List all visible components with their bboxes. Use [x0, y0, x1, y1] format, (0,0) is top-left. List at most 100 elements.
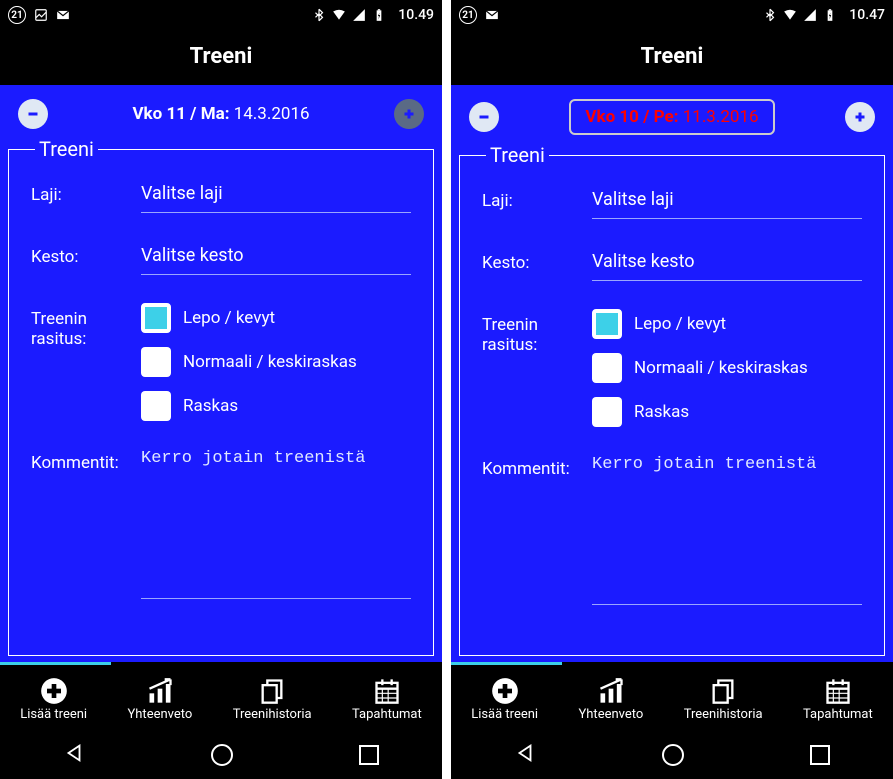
tab-label: Yhteenveto	[127, 707, 192, 722]
tab-label: Lisää treeni	[20, 707, 87, 722]
kommentit-label: Kommentit:	[31, 449, 141, 599]
status-clock: 10.47	[849, 7, 885, 23]
rasitus-lepo-label: Lepo / kevyt	[634, 314, 726, 334]
rasitus-label: Treenin rasitus:	[482, 309, 592, 355]
plus-circle-icon	[491, 677, 519, 705]
tab-yhteenveto[interactable]: Yhteenveto	[578, 677, 643, 722]
wifi-icon	[332, 8, 346, 22]
android-nav-bar	[451, 731, 893, 779]
bluetooth-icon	[312, 8, 326, 22]
next-day-button[interactable]	[394, 99, 424, 129]
rasitus-option-raskas[interactable]: Raskas	[592, 397, 862, 427]
bluetooth-icon	[763, 8, 777, 22]
notification-count-icon: 21	[8, 6, 26, 24]
date-prefix: Vko 10 / Pe:	[585, 107, 678, 127]
date-nav: Vko 11 / Ma: 14.3.2016	[0, 85, 442, 137]
kesto-select[interactable]: Valitse kesto	[141, 241, 411, 275]
tab-treenihistoria[interactable]: Treenihistoria	[233, 677, 312, 722]
tab-label: Yhteenveto	[578, 707, 643, 722]
kesto-select[interactable]: Valitse kesto	[592, 247, 862, 281]
treeni-fieldset: Treeni Laji: Valitse laji Kesto: Valitse…	[8, 137, 434, 656]
checkbox-checked-icon	[592, 309, 622, 339]
status-bar: 21 10.49	[0, 0, 442, 30]
phone-left: 21 10.49 Treeni Vko 11 / Ma: 14.3.20	[0, 0, 442, 779]
status-clock: 10.49	[398, 7, 434, 23]
tab-tapahtumat[interactable]: Tapahtumat	[803, 677, 873, 722]
date-display[interactable]: Vko 11 / Ma: 14.3.2016	[132, 104, 309, 124]
plus-circle-icon	[40, 677, 68, 705]
rasitus-option-lepo[interactable]: Lepo / kevyt	[141, 303, 411, 333]
signal-icon	[803, 8, 817, 22]
tab-bar: Lisää treeni Yhteenveto Treenihistoria T…	[0, 665, 442, 731]
notification-count-icon: 21	[459, 6, 477, 24]
tab-label: Tapahtumat	[352, 707, 422, 722]
tab-bar: Lisää treeni Yhteenveto Treenihistoria T…	[451, 665, 893, 731]
kommentit-input[interactable]: Kerro jotain treenistä	[592, 455, 862, 605]
rasitus-option-normaali[interactable]: Normaali / keskiraskas	[592, 353, 862, 383]
copy-icon	[258, 677, 286, 705]
back-button[interactable]	[63, 742, 85, 768]
kesto-label: Kesto:	[482, 247, 592, 273]
tab-lisaa-treeni[interactable]: Lisää treeni	[20, 677, 87, 722]
kesto-label: Kesto:	[31, 241, 141, 267]
content-area: Vko 10 / Pe: 11.3.2016 Treeni Laji: Vali…	[451, 85, 893, 662]
fieldset-legend: Treeni	[486, 143, 549, 167]
rasitus-option-lepo[interactable]: Lepo / kevyt	[592, 309, 862, 339]
tab-label: Treenihistoria	[233, 707, 312, 722]
date-value: 14.3.2016	[234, 104, 310, 124]
checkbox-icon	[592, 353, 622, 383]
laji-select[interactable]: Valitse laji	[592, 185, 862, 219]
rasitus-raskas-label: Raskas	[183, 396, 238, 416]
chart-up-icon	[597, 677, 625, 705]
tab-yhteenveto[interactable]: Yhteenveto	[127, 677, 192, 722]
checkbox-icon	[592, 397, 622, 427]
date-display-box[interactable]: Vko 10 / Pe: 11.3.2016	[569, 99, 774, 135]
date-value: 11.3.2016	[683, 107, 759, 127]
tab-lisaa-treeni[interactable]: Lisää treeni	[471, 677, 538, 722]
checkbox-icon	[141, 391, 171, 421]
prev-day-button[interactable]	[18, 99, 48, 129]
checkbox-icon	[141, 347, 171, 377]
battery-charging-icon	[823, 8, 837, 22]
circle-icon	[662, 744, 684, 766]
recents-button[interactable]	[359, 745, 379, 765]
home-button[interactable]	[211, 744, 233, 766]
laji-select[interactable]: Valitse laji	[141, 179, 411, 213]
rasitus-option-normaali[interactable]: Normaali / keskiraskas	[141, 347, 411, 377]
square-icon	[810, 745, 830, 765]
android-nav-bar	[0, 731, 442, 779]
checkbox-checked-icon	[141, 303, 171, 333]
home-button[interactable]	[662, 744, 684, 766]
laji-label: Laji:	[482, 185, 592, 211]
calendar-icon	[373, 677, 401, 705]
rasitus-raskas-label: Raskas	[634, 402, 689, 422]
kommentit-input[interactable]: Kerro jotain treenistä	[141, 449, 411, 599]
tab-treenihistoria[interactable]: Treenihistoria	[684, 677, 763, 722]
copy-icon	[709, 677, 737, 705]
rasitus-label: Treenin rasitus:	[31, 303, 141, 349]
tab-tapahtumat[interactable]: Tapahtumat	[352, 677, 422, 722]
circle-icon	[211, 744, 233, 766]
laji-label: Laji:	[31, 179, 141, 205]
triangle-back-icon	[514, 742, 536, 764]
prev-day-button[interactable]	[469, 102, 499, 132]
rasitus-lepo-label: Lepo / kevyt	[183, 308, 275, 328]
status-bar: 21 10.47	[451, 0, 893, 30]
recents-button[interactable]	[810, 745, 830, 765]
mail-icon	[56, 8, 70, 22]
chart-up-icon	[146, 677, 174, 705]
back-button[interactable]	[514, 742, 536, 768]
rasitus-normaali-label: Normaali / keskiraskas	[183, 352, 357, 372]
mail-icon	[485, 8, 499, 22]
content-area: Vko 11 / Ma: 14.3.2016 Treeni Laji: Vali…	[0, 85, 442, 662]
tab-label: Treenihistoria	[684, 707, 763, 722]
rasitus-option-raskas[interactable]: Raskas	[141, 391, 411, 421]
phone-right: 21 10.47 Treeni Vko 10 / Pe: 1	[451, 0, 893, 779]
treeni-fieldset: Treeni Laji: Valitse laji Kesto: Valitse…	[459, 143, 885, 656]
triangle-back-icon	[63, 742, 85, 764]
signal-icon	[352, 8, 366, 22]
kommentit-label: Kommentit:	[482, 455, 592, 605]
date-prefix: Vko 11 / Ma:	[132, 104, 229, 124]
next-day-button[interactable]	[845, 102, 875, 132]
date-nav: Vko 10 / Pe: 11.3.2016	[451, 85, 893, 143]
